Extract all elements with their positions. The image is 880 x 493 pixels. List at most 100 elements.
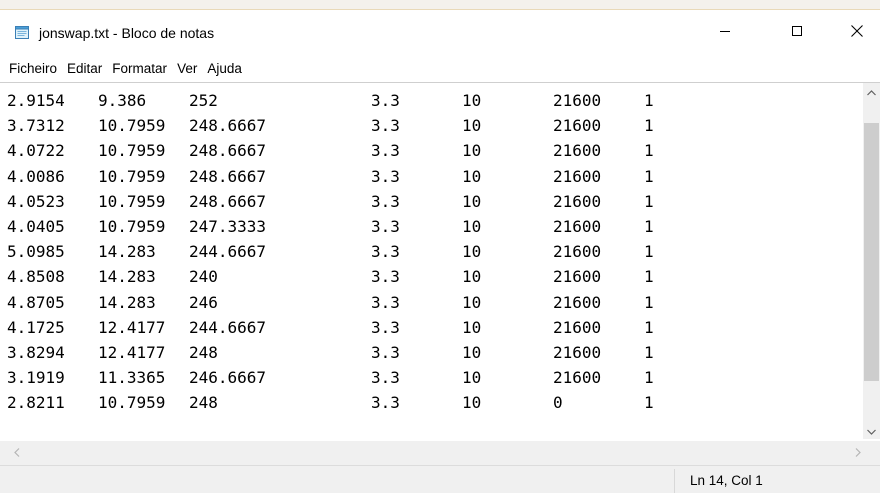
background-strip <box>0 0 880 10</box>
cursor-position: Ln 14, Col 1 <box>690 473 763 488</box>
text-value: 4.0523 <box>7 191 65 211</box>
text-value: 3.7312 <box>7 116 65 136</box>
menu-bar: Ficheiro Editar Formatar Ver Ajuda <box>0 56 880 82</box>
menu-help[interactable]: Ajuda <box>202 59 247 79</box>
scroll-right-arrow[interactable] <box>849 444 866 461</box>
text-value: 240 <box>189 267 218 287</box>
text-value: 248 <box>189 342 218 362</box>
text-value: 3.3 <box>371 292 400 312</box>
text-value: 3.3 <box>371 166 400 186</box>
text-value: 1 <box>644 368 654 388</box>
text-line: 2.9154 9.386 252 3.3 10 21600 1 <box>7 89 857 114</box>
text-value: 21600 <box>553 141 602 161</box>
text-value: 21600 <box>553 267 602 287</box>
status-bar: Ln 14, Col 1 <box>0 465 880 493</box>
chevron-up-icon <box>867 83 876 101</box>
text-value: 10.7959 <box>98 216 166 236</box>
text-value: 10 <box>462 191 482 211</box>
text-value: 10 <box>462 393 482 413</box>
text-value: 21600 <box>553 91 602 110</box>
text-value: 10.7959 <box>98 393 166 413</box>
text-line: 4.0722 10.7959 248.6667 3.3 10 21600 1 <box>7 139 857 164</box>
text-line: 4.1725 12.4177 244.6667 3.3 10 21600 1 <box>7 316 857 341</box>
title-bar[interactable]: jonswap.txt - Bloco de notas <box>0 10 880 56</box>
text-value: 1 <box>644 317 654 337</box>
text-value: 248.6667 <box>189 191 267 211</box>
text-value: 1 <box>644 91 654 110</box>
text-value: 3.3 <box>371 191 400 211</box>
text-value: 248 <box>189 393 218 413</box>
text-line: 3.1919 11.3365 246.6667 3.3 10 21600 1 <box>7 366 857 391</box>
chevron-left-icon <box>13 444 20 462</box>
text-value: 244.6667 <box>189 317 267 337</box>
horizontal-scrollbar[interactable] <box>0 441 880 465</box>
maximize-button[interactable] <box>774 10 820 56</box>
text-line: 2.8211 10.7959 248 3.3 10 0 1 <box>7 391 857 416</box>
close-icon <box>850 24 864 43</box>
text-value: 252 <box>189 91 218 110</box>
text-value: 3.3 <box>371 141 400 161</box>
text-value: 3.3 <box>371 317 400 337</box>
text-value: 14.283 <box>98 267 156 287</box>
text-value: 3.3 <box>371 216 400 236</box>
text-value: 0 <box>553 393 563 413</box>
scroll-up-arrow[interactable] <box>863 83 880 100</box>
text-value: 244.6667 <box>189 242 267 262</box>
text-value: 21600 <box>553 242 602 262</box>
text-value: 10 <box>462 292 482 312</box>
text-value: 10 <box>462 141 482 161</box>
text-value: 10 <box>462 216 482 236</box>
text-value: 1 <box>644 116 654 136</box>
text-value: 1 <box>644 166 654 186</box>
text-value: 1 <box>644 342 654 362</box>
text-value: 11.3365 <box>98 368 166 388</box>
text-line: 4.0523 10.7959 248.6667 3.3 10 21600 1 <box>7 190 857 215</box>
close-button[interactable] <box>834 10 880 56</box>
editor-frame: 2.9154 9.386 252 3.3 10 21600 1 3.7312 10.7959 24… <box>0 82 880 465</box>
text-value: 21600 <box>553 368 602 388</box>
menu-format[interactable]: Formatar <box>107 59 172 79</box>
text-value: 248.6667 <box>189 141 267 161</box>
text-value: 21600 <box>553 292 602 312</box>
text-editor[interactable]: 2.9154 9.386 252 3.3 10 21600 1 3.7312 10.7959 24… <box>7 89 857 441</box>
text-value: 3.3 <box>371 267 400 287</box>
text-value: 3.3 <box>371 368 400 388</box>
text-value: 2.9154 <box>7 91 65 110</box>
text-value: 3.3 <box>371 116 400 136</box>
text-value: 21600 <box>553 342 602 362</box>
menu-edit[interactable]: Editar <box>62 59 107 79</box>
vertical-scrollbar[interactable] <box>863 83 880 439</box>
text-value: 3.3 <box>371 242 400 262</box>
text-value: 1 <box>644 393 654 413</box>
text-value: 1 <box>644 267 654 287</box>
text-value: 10 <box>462 342 482 362</box>
text-value: 10 <box>462 116 482 136</box>
menu-view[interactable]: Ver <box>172 59 202 79</box>
text-value: 21600 <box>553 116 602 136</box>
text-line: 4.8508 14.283 240 3.3 10 21600 1 <box>7 265 857 290</box>
text-value: 248.6667 <box>189 166 267 186</box>
text-line: 3.8294 12.4177 248 3.3 10 21600 1 <box>7 341 857 366</box>
text-value: 4.8508 <box>7 267 65 287</box>
minimize-icon <box>719 24 731 42</box>
text-value: 3.8294 <box>7 342 65 362</box>
notepad-icon <box>14 24 30 40</box>
minimize-button[interactable] <box>702 10 748 56</box>
text-line: 4.0405 10.7959 247.3333 3.3 10 21600 1 <box>7 215 857 240</box>
scroll-left-arrow[interactable] <box>8 444 25 461</box>
text-value: 4.1725 <box>7 317 65 337</box>
notepad-window: jonswap.txt - Bloco de notas Ficheiro Ed… <box>0 0 880 493</box>
status-divider <box>674 469 675 493</box>
scroll-down-arrow[interactable] <box>863 422 880 439</box>
window-title: jonswap.txt - Bloco de notas <box>39 25 215 41</box>
text-line: 4.0086 10.7959 248.6667 3.3 10 21600 1 <box>7 165 857 190</box>
text-value: 10.7959 <box>98 166 166 186</box>
text-value: 4.0086 <box>7 166 65 186</box>
text-value: 12.4177 <box>98 317 166 337</box>
chevron-right-icon <box>855 444 861 462</box>
text-line: 3.7312 10.7959 248.6667 3.3 10 21600 1 <box>7 114 857 139</box>
maximize-icon <box>791 24 803 42</box>
menu-file[interactable]: Ficheiro <box>4 59 62 79</box>
vertical-scroll-thumb[interactable] <box>864 123 879 381</box>
text-value: 5.0985 <box>7 242 65 262</box>
